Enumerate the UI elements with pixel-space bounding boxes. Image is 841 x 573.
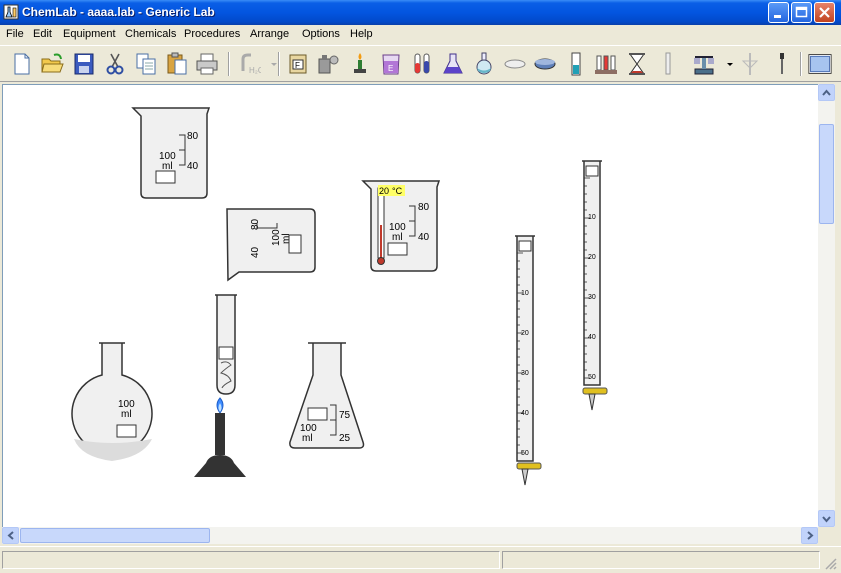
beaker3-mark-top: 80 xyxy=(418,202,430,213)
svg-text:H₂O: H₂O xyxy=(249,66,261,75)
menu-bar: File Edit Equipment Chemicals Procedures… xyxy=(0,25,841,45)
label-icon[interactable]: F xyxy=(286,51,310,77)
erlenmeyer-label xyxy=(307,407,328,421)
burette2-tick-40: 40 xyxy=(588,334,596,341)
burette1-tick-40: 40 xyxy=(521,410,529,417)
burette2-tick-20: 20 xyxy=(588,254,596,261)
burette2-stopcock[interactable] xyxy=(582,387,608,395)
beaker-icon[interactable]: E xyxy=(379,51,403,77)
horizontal-scrollbar[interactable] xyxy=(2,527,818,544)
scroll-left-button[interactable] xyxy=(2,527,19,544)
flask-label xyxy=(116,424,137,438)
water-tap-dropdown[interactable] xyxy=(262,51,277,77)
vertical-scroll-thumb[interactable] xyxy=(819,124,834,224)
flask-icon[interactable] xyxy=(441,51,465,77)
menu-arrange[interactable]: Arrange xyxy=(250,28,289,40)
erlenmeyer-unit: ml xyxy=(302,433,313,444)
flask-unit: ml xyxy=(121,409,132,420)
hourglass-icon[interactable] xyxy=(625,51,649,77)
test-tube[interactable] xyxy=(215,294,237,395)
pipette-icon[interactable] xyxy=(656,51,680,77)
open-folder-icon[interactable] xyxy=(40,51,64,77)
burette1-stopcock[interactable] xyxy=(516,462,542,470)
menu-equipment[interactable]: Equipment xyxy=(63,28,116,40)
erlenmeyer-flask-100ml[interactable]: 75 25 100 ml xyxy=(289,342,365,449)
svg-text:F: F xyxy=(295,61,300,70)
beaker1-mark-mid: 40 xyxy=(187,161,199,172)
beaker1-unit: ml xyxy=(162,161,173,172)
maximize-button[interactable] xyxy=(791,2,812,23)
beaker3-mark-mid: 40 xyxy=(418,232,430,243)
thermometer-icon[interactable] xyxy=(564,51,588,77)
status-pane-main xyxy=(2,551,500,569)
print-icon[interactable] xyxy=(195,51,219,77)
horizontal-scroll-thumb[interactable] xyxy=(20,528,210,543)
menu-help[interactable]: Help xyxy=(350,28,373,40)
burette1-tick-10: 10 xyxy=(521,290,529,297)
test-tube-rack-icon[interactable] xyxy=(594,51,618,77)
bunsen-burner[interactable] xyxy=(194,397,246,477)
window-title: ChemLab - aaaa.lab - Generic Lab xyxy=(22,5,215,19)
beaker1-mark-top: 80 xyxy=(187,131,199,142)
beaker-100ml-1[interactable]: 80 40 100 ml xyxy=(131,107,211,199)
dropper-icon[interactable] xyxy=(770,51,794,77)
temperature-value: 20 xyxy=(379,186,389,196)
beaker1-label xyxy=(155,170,176,184)
window-view-icon[interactable] xyxy=(808,51,836,77)
minimize-button[interactable] xyxy=(768,2,789,23)
water-tap-icon[interactable]: H₂O xyxy=(237,51,264,77)
filter-icon[interactable] xyxy=(738,51,762,77)
balance-icon[interactable] xyxy=(692,51,716,77)
beaker-100ml-thermometer[interactable]: 20 °C 80 40 100 ml xyxy=(361,180,441,272)
burette1-tick-20: 20 xyxy=(521,330,529,337)
lab-workspace[interactable]: 80 40 100 ml 40 80 100 ml 20 °C 80 40 10… xyxy=(2,84,818,527)
burette-1[interactable]: 10 20 30 40 50 xyxy=(515,235,542,486)
watch-glass-icon[interactable] xyxy=(503,51,527,77)
cut-scissors-icon[interactable] xyxy=(103,51,127,77)
scroll-corner xyxy=(818,527,835,544)
scroll-down-button[interactable] xyxy=(818,510,835,527)
chemlab-app-icon[interactable] xyxy=(3,4,19,20)
burette-2[interactable]: 10 20 30 40 50 xyxy=(582,160,608,411)
menu-options[interactable]: Options xyxy=(302,28,340,40)
menu-chemicals[interactable]: Chemicals xyxy=(125,28,176,40)
svg-text:E: E xyxy=(388,64,393,73)
status-pane-secondary xyxy=(502,551,820,569)
save-disk-icon[interactable] xyxy=(72,51,96,77)
beaker-100ml-2[interactable]: 40 80 100 ml xyxy=(226,208,316,282)
evaporating-dish-icon[interactable] xyxy=(533,51,557,77)
new-file-icon[interactable] xyxy=(10,51,34,77)
temperature-unit: °C xyxy=(392,186,403,196)
burette1-tick-30: 30 xyxy=(521,370,529,377)
toolbar: H₂O F E xyxy=(0,45,841,82)
menu-procedures[interactable]: Procedures xyxy=(184,28,240,40)
bunsen-burner-icon[interactable] xyxy=(348,51,372,77)
round-flask-100ml[interactable]: 100 ml xyxy=(71,342,153,461)
erlenmeyer-mark-low: 25 xyxy=(339,433,351,444)
beaker2-mark-top: 40 xyxy=(250,246,261,258)
burette1-tick-50: 50 xyxy=(521,450,529,457)
beaker3-unit: ml xyxy=(392,232,403,243)
status-bar xyxy=(0,546,841,573)
scroll-up-button[interactable] xyxy=(818,84,835,101)
menu-edit[interactable]: Edit xyxy=(33,28,52,40)
resize-grip-icon[interactable] xyxy=(824,557,838,571)
beaker2-label xyxy=(288,234,302,254)
chemical-bottle-icon[interactable] xyxy=(316,51,340,77)
menu-file[interactable]: File xyxy=(6,28,24,40)
scroll-right-button[interactable] xyxy=(801,527,818,544)
balance-dropdown[interactable] xyxy=(718,51,733,77)
burette2-tick-30: 30 xyxy=(588,294,596,301)
erlenmeyer-mark-top: 75 xyxy=(339,410,351,421)
round-flask-icon[interactable] xyxy=(472,51,496,77)
test-tube-icon[interactable] xyxy=(410,51,434,77)
burette2-tick-10: 10 xyxy=(588,214,596,221)
close-button[interactable] xyxy=(814,2,835,23)
title-bar[interactable]: ChemLab - aaaa.lab - Generic Lab xyxy=(0,0,841,25)
burette2-tick-50: 50 xyxy=(588,374,596,381)
beaker3-label xyxy=(387,242,408,256)
vertical-scrollbar[interactable] xyxy=(818,84,835,527)
copy-icon[interactable] xyxy=(134,51,158,77)
paste-icon[interactable] xyxy=(165,51,189,77)
